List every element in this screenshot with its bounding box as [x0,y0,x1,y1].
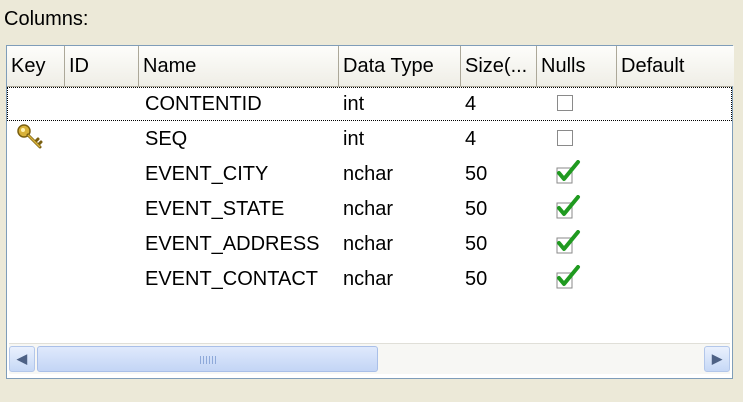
nulls-checkbox-checked[interactable] [555,160,581,190]
nulls-checkbox[interactable] [557,95,573,111]
header-size[interactable]: Size(... [461,46,537,86]
header-key[interactable]: Key [7,46,65,86]
size-cell[interactable]: 4 [465,87,476,121]
header-id[interactable]: ID [65,46,139,86]
size-cell[interactable]: 50 [465,227,487,261]
name-cell[interactable]: EVENT_ADDRESS [145,227,320,261]
nulls-checkbox-checked[interactable] [555,230,581,260]
size-cell[interactable]: 50 [465,157,487,191]
type-cell[interactable]: int [343,122,364,156]
nulls-checkbox-checked[interactable] [555,195,581,225]
table-row[interactable]: SEQ int 4 [7,122,732,156]
table-row[interactable]: EVENT_CITY nchar 50 [7,157,732,191]
name-cell[interactable]: EVENT_CITY [145,157,268,191]
name-cell[interactable]: EVENT_STATE [145,192,284,226]
arrow-left-icon[interactable]: ◀ [9,346,35,372]
size-cell[interactable]: 50 [465,262,487,296]
type-cell[interactable]: nchar [343,192,393,226]
header-name[interactable]: Name [139,46,339,86]
name-cell[interactable]: SEQ [145,122,187,156]
key-icon [15,122,45,158]
grip-icon [200,356,216,364]
horizontal-scrollbar[interactable]: ◀ ▶ [9,343,730,374]
scrollbar-thumb[interactable] [37,346,378,372]
header-data-type[interactable]: Data Type [339,46,461,86]
header-nulls[interactable]: Nulls [537,46,617,86]
table-row[interactable]: CONTENTID int 4 [7,87,732,121]
table-row[interactable]: EVENT_STATE nchar 50 [7,192,732,226]
name-cell[interactable]: CONTENTID [145,87,262,121]
size-cell[interactable]: 50 [465,192,487,226]
grid-header: Key ID Name Data Type Size(... Nulls Def… [7,46,734,87]
nulls-checkbox-checked[interactable] [555,265,581,295]
type-cell[interactable]: nchar [343,157,393,191]
size-cell[interactable]: 4 [465,122,476,156]
table-row[interactable]: EVENT_ADDRESS nchar 50 [7,227,732,261]
columns-label: Columns: [4,8,89,30]
type-cell[interactable]: nchar [343,227,393,261]
columns-grid[interactable]: Key ID Name Data Type Size(... Nulls Def… [6,45,734,379]
type-cell[interactable]: nchar [343,262,393,296]
table-row[interactable]: EVENT_CONTACT nchar 50 [7,262,732,296]
nulls-checkbox[interactable] [557,130,573,146]
header-default[interactable]: Default [617,46,734,86]
type-cell[interactable]: int [343,87,364,121]
arrow-right-icon[interactable]: ▶ [704,346,730,372]
name-cell[interactable]: EVENT_CONTACT [145,262,318,296]
